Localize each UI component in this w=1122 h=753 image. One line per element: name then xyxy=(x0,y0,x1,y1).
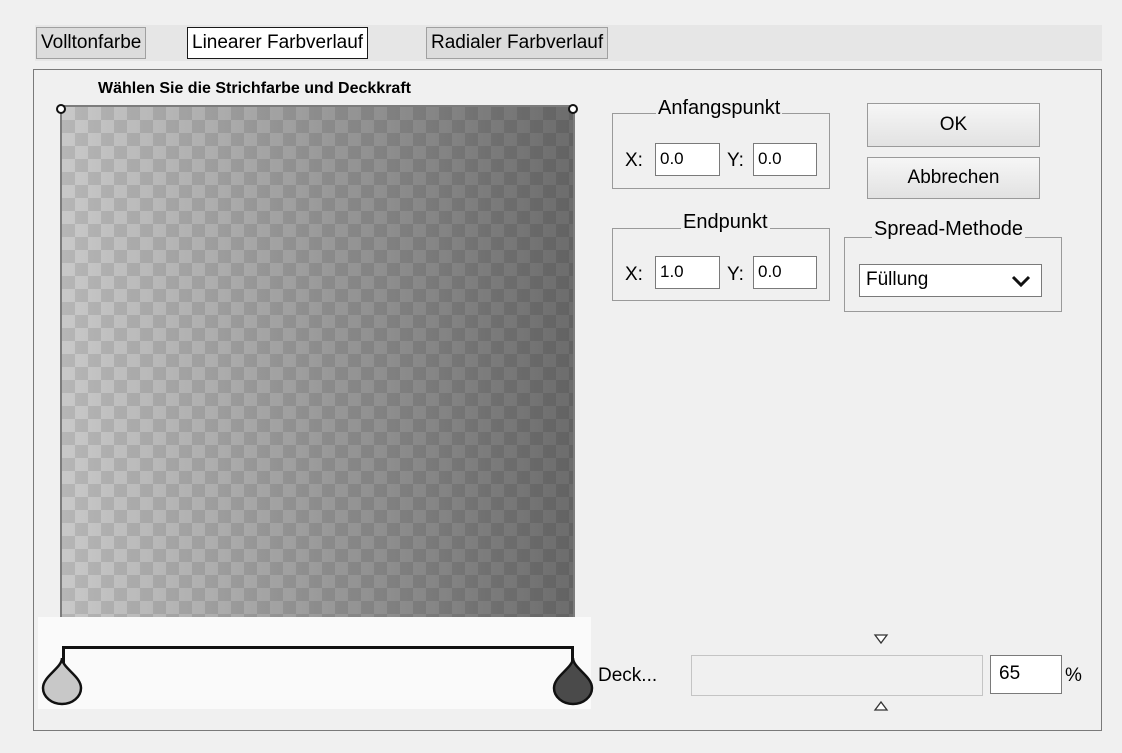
start-point-legend: Anfangspunkt xyxy=(656,97,783,120)
gradient-stop-end-icon[interactable] xyxy=(551,656,595,706)
opacity-slider-thumb-top-icon[interactable] xyxy=(873,633,889,645)
end-x-label: X: xyxy=(625,264,643,285)
opacity-slider-track[interactable] xyxy=(691,655,983,696)
opacity-unit: % xyxy=(1065,665,1082,686)
opacity-slider-thumb-bottom-icon[interactable] xyxy=(873,700,889,712)
opacity-label: Deck... xyxy=(598,665,658,686)
gradient-bar xyxy=(62,646,574,649)
spread-method-legend: Spread-Methode xyxy=(872,218,1025,241)
preview-title: Wählen Sie die Strichfarbe und Deckkraft xyxy=(98,80,411,97)
cancel-button[interactable]: Abbrechen xyxy=(867,157,1040,199)
chevron-down-icon xyxy=(1011,275,1031,288)
tab-radial-gradient[interactable]: Radialer Farbverlauf xyxy=(426,27,609,59)
tab-linear-gradient[interactable]: Linearer Farbverlauf xyxy=(187,27,369,59)
end-y-input[interactable]: 0.0 xyxy=(753,256,817,289)
ok-button[interactable]: OK xyxy=(867,103,1040,147)
gradient-stop-start-icon[interactable] xyxy=(40,656,84,706)
gradient-stop-strip xyxy=(38,617,591,709)
start-x-input[interactable]: 0.0 xyxy=(655,143,720,176)
end-y-label: Y: xyxy=(727,264,744,285)
start-point-handle[interactable] xyxy=(56,104,66,114)
start-x-label: X: xyxy=(625,150,643,171)
end-point-handle[interactable] xyxy=(568,104,578,114)
end-point-legend: Endpunkt xyxy=(681,211,770,234)
spread-method-select[interactable]: Füllung xyxy=(859,264,1042,297)
gradient-preview[interactable] xyxy=(60,105,575,621)
spread-method-value: Füllung xyxy=(866,269,929,290)
end-x-input[interactable]: 1.0 xyxy=(655,256,720,289)
start-y-label: Y: xyxy=(727,150,744,171)
tab-solid-color[interactable]: Volltonfarbe xyxy=(36,27,147,59)
opacity-input[interactable]: 65 xyxy=(990,655,1062,694)
start-y-input[interactable]: 0.0 xyxy=(753,143,817,176)
